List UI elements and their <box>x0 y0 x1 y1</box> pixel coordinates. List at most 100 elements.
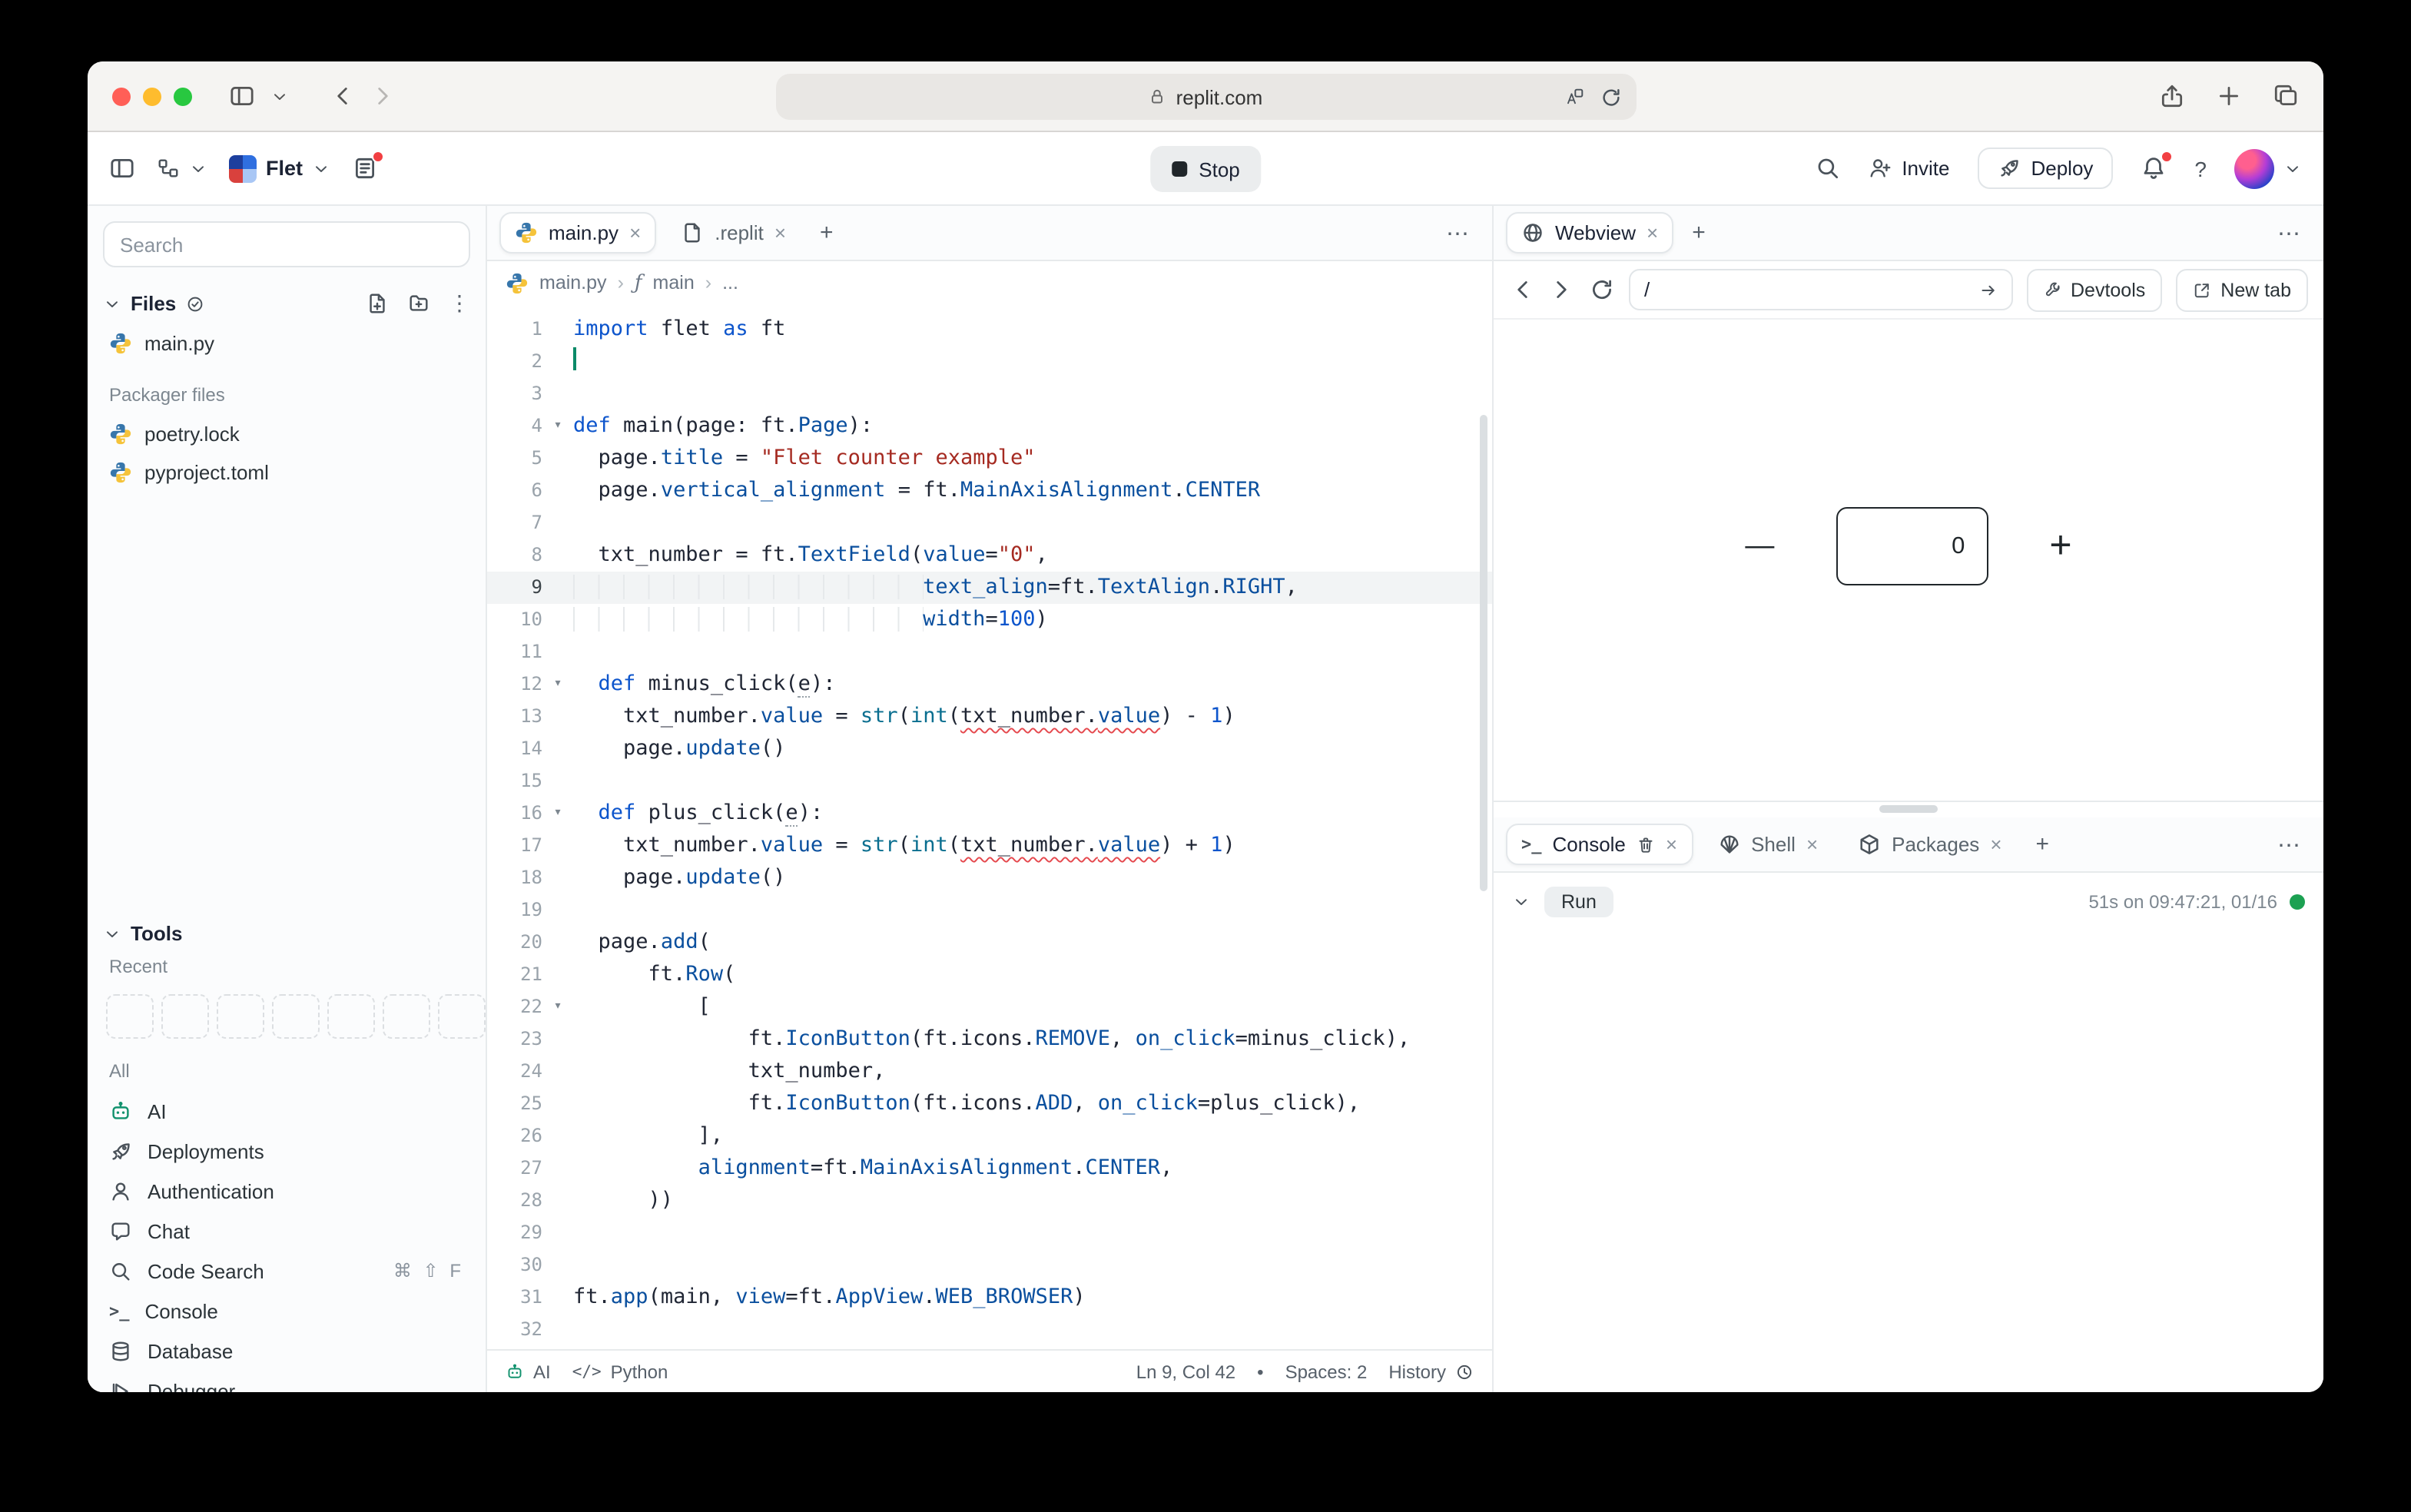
plus-button[interactable]: + <box>2049 524 2071 569</box>
code-editor[interactable]: 1import flet as ft234▾def main(page: ft.… <box>487 304 1492 1349</box>
close-icon[interactable]: × <box>1647 223 1658 243</box>
share-icon[interactable] <box>2159 83 2185 109</box>
line-number[interactable]: 30 <box>487 1249 542 1282</box>
tab-webview[interactable]: Webview × <box>1506 212 1673 254</box>
tab-console[interactable]: >_ Console × <box>1506 824 1693 865</box>
tab-shell[interactable]: Shell × <box>1702 824 1833 865</box>
code-text[interactable]: ft.IconButton(ft.icons.ADD, on_click=plu… <box>573 1088 1492 1120</box>
file-item[interactable]: pyproject.toml <box>88 453 486 492</box>
line-number[interactable]: 20 <box>487 927 542 959</box>
tab-replit-config[interactable]: .replit × <box>665 212 801 254</box>
line-number[interactable]: 19 <box>487 894 542 927</box>
search-icon[interactable] <box>1814 155 1840 181</box>
traffic-light-zoom[interactable] <box>174 87 192 105</box>
project-menu[interactable]: Flet <box>229 154 330 182</box>
code-text[interactable] <box>573 1217 1492 1249</box>
code-line[interactable]: 18 page.update() <box>487 862 1492 894</box>
code-text[interactable]: txt_number = ft.TextField(value="0", <box>573 539 1492 572</box>
code-text[interactable] <box>573 346 1492 378</box>
webview-url-input[interactable] <box>1644 278 1969 301</box>
close-icon[interactable]: × <box>1806 834 1818 854</box>
webview-forward-icon[interactable] <box>1549 277 1575 303</box>
code-line[interactable]: 8 txt_number = ft.TextField(value="0", <box>487 539 1492 572</box>
line-number[interactable]: 17 <box>487 830 542 862</box>
sidebar-search-input[interactable] <box>103 221 470 267</box>
sidebar-tool-ai[interactable]: AI <box>88 1091 486 1131</box>
new-file-icon[interactable] <box>366 292 389 315</box>
line-number[interactable]: 15 <box>487 765 542 797</box>
new-folder-icon[interactable] <box>407 292 430 315</box>
minus-button[interactable]: — <box>1745 529 1774 563</box>
code-line[interactable]: 23 ft.IconButton(ft.icons.REMOVE, on_cli… <box>487 1023 1492 1056</box>
file-item[interactable]: poetry.lock <box>88 415 486 453</box>
line-number[interactable]: 10 <box>487 604 542 636</box>
code-text[interactable]: [ <box>573 991 1492 1023</box>
editor-scrollbar[interactable] <box>1480 415 1487 891</box>
status-language[interactable]: </> Python <box>572 1361 668 1382</box>
add-tab-icon[interactable]: + <box>2027 831 2059 857</box>
spaces-setting[interactable]: Spaces: 2 <box>1285 1361 1368 1382</box>
devtools-button[interactable]: Devtools <box>2026 268 2162 311</box>
code-line[interactable]: 27 alignment=ft.MainAxisAlignment.CENTER… <box>487 1152 1492 1185</box>
line-number[interactable]: 5 <box>487 443 542 475</box>
code-line[interactable]: 17 txt_number.value = str(int(txt_number… <box>487 830 1492 862</box>
status-ai[interactable]: AI <box>506 1361 551 1382</box>
breadcrumb-symbol[interactable]: main <box>653 272 695 293</box>
sidebar-tool-debugger[interactable]: Debugger <box>88 1371 486 1392</box>
code-line[interactable]: 6 page.vertical_alignment = ft.MainAxisA… <box>487 475 1492 507</box>
code-text[interactable]: page.add( <box>573 927 1492 959</box>
line-number[interactable]: 6 <box>487 475 542 507</box>
line-number[interactable]: 2 <box>487 346 542 378</box>
code-text[interactable] <box>573 507 1492 539</box>
code-text[interactable]: page.update() <box>573 862 1492 894</box>
fold-chevron-icon[interactable]: ▾ <box>542 991 573 1023</box>
code-text[interactable]: )) <box>573 1185 1492 1217</box>
add-tab-icon[interactable]: + <box>811 220 843 246</box>
code-line[interactable]: 32 <box>487 1314 1492 1346</box>
trash-icon[interactable] <box>1637 835 1655 854</box>
address-bar[interactable]: replit.com <box>775 74 1636 120</box>
safari-sidebar-chevron-icon[interactable] <box>270 87 289 105</box>
line-number[interactable]: 29 <box>487 1217 542 1249</box>
code-line[interactable]: 2 <box>487 346 1492 378</box>
code-line[interactable]: 21 ft.Row( <box>487 959 1492 991</box>
reload-icon[interactable] <box>1599 85 1622 108</box>
code-line[interactable]: 4▾def main(page: ft.Page): <box>487 410 1492 443</box>
tab-packages[interactable]: Packages × <box>1842 824 2017 865</box>
sidebar-tool-deployments[interactable]: Deployments <box>88 1131 486 1171</box>
code-text[interactable]: ft.app(main, view=ft.AppView.WEB_BROWSER… <box>573 1282 1492 1314</box>
code-line[interactable]: 31 ft.app(main, view=ft.AppView.WEB_BROWS… <box>487 1282 1492 1314</box>
line-number[interactable]: 31 <box>487 1282 542 1314</box>
code-line[interactable]: 22▾ [ <box>487 991 1492 1023</box>
code-line[interactable]: 29 <box>487 1217 1492 1249</box>
breadcrumb-file[interactable]: main.py <box>539 272 607 293</box>
deploy-button[interactable]: Deploy <box>1977 148 2113 189</box>
code-line[interactable]: 7 <box>487 507 1492 539</box>
code-line[interactable]: 11 <box>487 636 1492 668</box>
tab-main-py[interactable]: main.py × <box>499 212 656 254</box>
open-new-tab-button[interactable]: New tab <box>2176 268 2308 311</box>
chevron-down-icon[interactable] <box>103 924 121 943</box>
webview-tabbar-kebab-icon[interactable]: ⋯ <box>2268 219 2311 247</box>
code-line[interactable]: 5 page.title = "Flet counter example" <box>487 443 1492 475</box>
go-arrow-icon[interactable] <box>1978 280 1997 299</box>
code-text[interactable] <box>573 378 1492 410</box>
help-button[interactable]: ? <box>2194 156 2207 181</box>
code-text[interactable]: width=100) <box>573 604 1492 636</box>
webview-url-bar[interactable] <box>1629 269 2012 310</box>
close-icon[interactable]: × <box>1666 834 1677 854</box>
code-text[interactable]: def main(page: ft.Page): <box>573 410 1492 443</box>
code-text[interactable] <box>573 636 1492 668</box>
webview-back-icon[interactable] <box>1509 277 1535 303</box>
editor-tabbar-kebab-icon[interactable]: ⋯ <box>1437 219 1480 247</box>
fold-chevron-icon[interactable]: ▾ <box>542 797 573 830</box>
line-number[interactable]: 1 <box>487 313 542 346</box>
line-number[interactable]: 18 <box>487 862 542 894</box>
code-line[interactable]: 24 txt_number, <box>487 1056 1492 1088</box>
code-text[interactable]: txt_number.value = str(int(txt_number.va… <box>573 830 1492 862</box>
notifications-button[interactable] <box>2141 155 2167 181</box>
code-text[interactable]: txt_number.value = str(int(txt_number.va… <box>573 701 1492 733</box>
repl-switcher[interactable] <box>157 157 207 180</box>
console-tabbar-kebab-icon[interactable]: ⋯ <box>2268 831 2311 858</box>
code-text[interactable]: page.title = "Flet counter example" <box>573 443 1492 475</box>
